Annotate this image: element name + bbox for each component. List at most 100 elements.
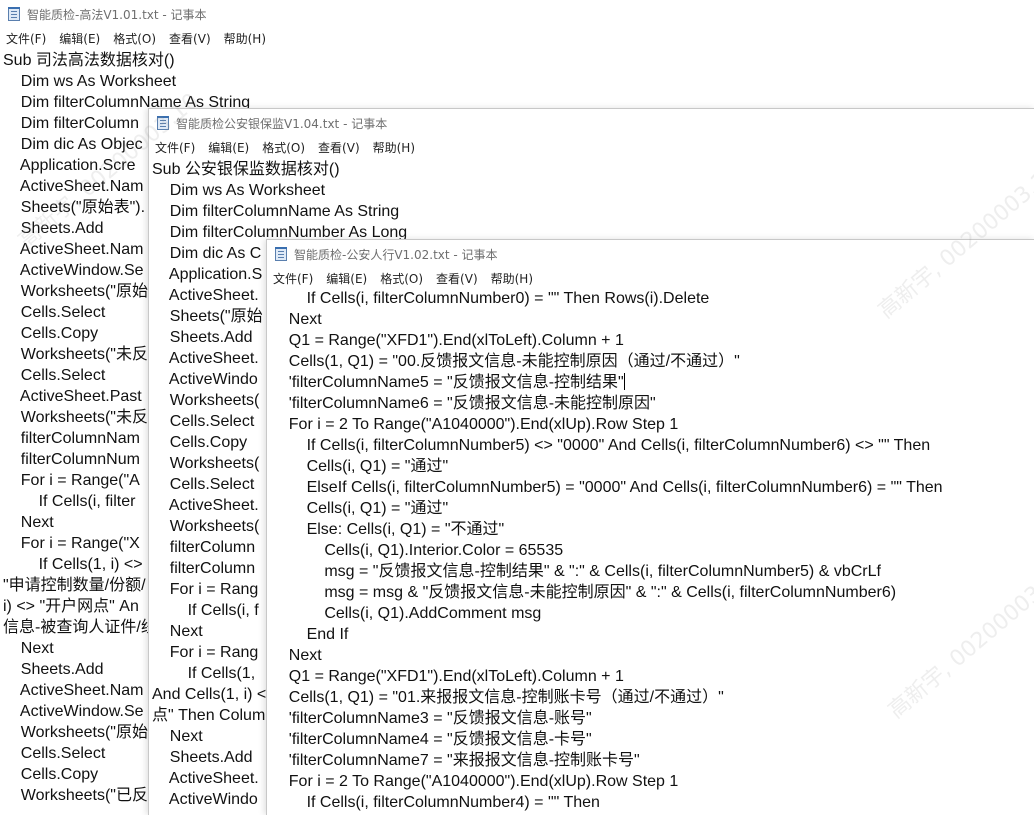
code-line: Q1 = Range("XFD1").End(xlToLeft).Column …: [271, 330, 1034, 351]
code-line-text: Dim dic As C: [152, 245, 262, 262]
code-line-text: 'filterColumnName6 = "反馈报文信息-未能控制原因": [271, 395, 656, 412]
code-line-text: For i = Range("X: [3, 535, 140, 552]
code-line-text: Cells.Select: [3, 745, 106, 762]
code-line-text: ActiveSheet.: [152, 770, 259, 787]
code-line: Cells(1, Q1) = "01.来报报文信息-控制账卡号（通过/不通过）": [271, 687, 1034, 708]
menu-format[interactable]: 格式(O): [111, 30, 162, 47]
code-line-text: For i = 2 To Range("A1040000").End(xlUp)…: [271, 773, 679, 790]
code-line: 'filterColumnName3 = "反馈报文信息-账号": [271, 708, 1034, 729]
code-line: If Cells(i, filterColumnNumber5) <> "000…: [271, 435, 1034, 456]
code-line-text: ActiveSheet.Nam: [3, 241, 144, 258]
code-line: For i = 2 To Range("A1040000").End(xlUp)…: [271, 771, 1034, 792]
code-line-text: filterColumnNam: [3, 430, 140, 447]
code-line-text: Next: [152, 623, 203, 640]
code-line-text: Else: Cells(i, Q1) = "不通过": [271, 521, 505, 538]
menu-file[interactable]: 文件(F): [271, 270, 319, 287]
code-line-text: Cells(i, Q1).Interior.Color = 65535: [271, 542, 564, 559]
menu-format[interactable]: 格式(O): [378, 270, 429, 287]
code-line: msg = msg & "反馈报文信息-未能控制原因" & ":" & Cell…: [271, 582, 1034, 603]
code-line-text: Cells.Copy: [3, 766, 99, 783]
code-line-text: Worksheets("未反: [3, 346, 148, 363]
code-line-text: Sheets.Add: [3, 220, 104, 237]
notepad-icon: [157, 116, 169, 130]
code-line-text: ActiveSheet.: [152, 497, 259, 514]
menu-edit[interactable]: 编辑(E): [324, 270, 373, 287]
code-line-text: 信息-被查询人证件/线: [3, 619, 157, 636]
code-line-text: 点" Then Colum: [152, 707, 266, 724]
menu-file[interactable]: 文件(F): [4, 30, 52, 47]
window-title: 智能质检-高法V1.01.txt - 记事本: [27, 7, 207, 22]
code-line-text: ActiveSheet.Past: [3, 388, 142, 405]
code-line: Cells(i, Q1) = "通过": [271, 456, 1034, 477]
code-line: Dim filterColumnName As String: [152, 201, 1034, 222]
menu-edit[interactable]: 编辑(E): [206, 139, 255, 156]
code-line-text: ActiveWindow.Se: [3, 703, 144, 720]
text-caret: [623, 373, 625, 390]
code-line: Cells(i, Q1).AddComment msg: [271, 603, 1034, 624]
menu-help[interactable]: 帮助(H): [222, 30, 272, 47]
code-line-text: For i = 2 To Range("A1040000").End(xlUp)…: [271, 416, 679, 433]
menu-bar: 文件(F) 编辑(E) 格式(O) 查看(V) 帮助(H): [0, 28, 1034, 48]
menu-help[interactable]: 帮助(H): [371, 139, 421, 156]
code-line-text: Sub 司法高法数据核对(): [3, 52, 175, 69]
code-line-text: Cells.Select: [3, 367, 106, 384]
code-line-text: And Cells(1, i) <: [152, 686, 267, 703]
code-line-text: 'filterColumnName5 = "反馈报文信息-控制结果": [271, 374, 624, 391]
code-line: ElseIf Cells(i, filterColumnNumber5) = "…: [271, 477, 1034, 498]
code-line-text: Worksheets("未反: [3, 409, 148, 426]
code-line-text: Sheets.Add: [3, 661, 104, 678]
menu-format[interactable]: 格式(O): [260, 139, 311, 156]
code-line-text: Worksheets("原始: [3, 724, 148, 741]
menu-bar: 文件(F) 编辑(E) 格式(O) 查看(V) 帮助(H): [149, 137, 1034, 157]
menu-view[interactable]: 查看(V): [167, 30, 217, 47]
title-bar[interactable]: 智能质检-公安人行V1.02.txt - 记事本: [267, 240, 1034, 268]
code-line: Q1 = Range("XFD1").End(xlToLeft).Column …: [271, 666, 1034, 687]
code-line-text: Sheets("原始表").: [3, 199, 146, 216]
code-line-text: If Cells(1, i) <>: [3, 556, 143, 573]
code-line-text: Sheets.Add: [152, 749, 253, 766]
code-line-text: Next: [271, 647, 322, 664]
code-line-text: Next: [271, 311, 322, 328]
code-line-text: msg = "反馈报文信息-控制结果" & ":" & Cells(i, fil…: [271, 563, 881, 580]
code-line: Sub 司法高法数据核对(): [3, 50, 1034, 71]
code-line-text: Cells.Copy: [3, 325, 99, 342]
code-line-text: Dim dic As Objec: [3, 136, 143, 153]
code-line-text: If Cells(i, f: [152, 602, 259, 619]
menu-view[interactable]: 查看(V): [316, 139, 366, 156]
code-line-text: If Cells(1,: [152, 665, 256, 682]
code-line-text: Cells(i, Q1) = "通过": [271, 458, 449, 475]
code-line-text: Sub 公安银保监数据核对(): [152, 161, 340, 178]
code-line-text: Cells.Select: [3, 304, 106, 321]
code-line-text: i) <> "开户网点" An: [3, 598, 139, 615]
code-line-text: Worksheets("已反: [3, 787, 148, 804]
code-line: Cells(i, Q1) = "通过": [271, 498, 1034, 519]
notepad-icon: [275, 247, 287, 261]
code-line-text: For i = Range("A: [3, 472, 140, 489]
menu-help[interactable]: 帮助(H): [489, 270, 539, 287]
code-line-text: Cells(1, Q1) = "00.反馈报文信息-未能控制原因（通过/不通过）…: [271, 353, 740, 370]
title-bar[interactable]: 智能质检-高法V1.01.txt - 记事本: [0, 0, 1034, 28]
window-title: 智能质检-公安人行V1.02.txt - 记事本: [294, 247, 498, 262]
code-line-text: msg = msg & "反馈报文信息-未能控制原因" & ":" & Cell…: [271, 584, 897, 601]
code-line: Next: [271, 645, 1034, 666]
code-line-text: Sheets("原始: [152, 308, 263, 325]
code-line-text: Dim ws As Worksheet: [152, 182, 326, 199]
title-bar[interactable]: 智能质检公安银保监V1.04.txt - 记事本: [149, 109, 1034, 137]
code-line-text: Dim filterColumnName As String: [152, 203, 400, 220]
code-line: 'filterColumnName6 = "反馈报文信息-未能控制原因": [271, 393, 1034, 414]
code-line-text: Worksheets(: [152, 455, 260, 472]
code-line-text: Worksheets(: [152, 392, 260, 409]
code-line-text: "申请控制数量/份额/: [3, 577, 146, 594]
notepad-icon: [8, 7, 20, 21]
menu-bar: 文件(F) 编辑(E) 格式(O) 查看(V) 帮助(H): [267, 268, 1034, 288]
code-line-text: 'filterColumnName4 = "反馈报文信息-卡号": [271, 731, 592, 748]
code-line-text: Next: [3, 640, 54, 657]
code-line: 'filterColumnName5 = "反馈报文信息-控制结果": [271, 372, 1034, 393]
menu-view[interactable]: 查看(V): [434, 270, 484, 287]
text-editor[interactable]: If Cells(i, filterColumnNumber0) = "" Th…: [267, 288, 1034, 813]
code-line-text: filterColumn: [152, 539, 256, 556]
code-line-text: If Cells(i, filterColumnNumber5) <> "000…: [271, 437, 931, 454]
menu-file[interactable]: 文件(F): [153, 139, 201, 156]
menu-edit[interactable]: 编辑(E): [57, 30, 106, 47]
notepad-window-gongan-renhang[interactable]: 智能质检-公安人行V1.02.txt - 记事本 文件(F) 编辑(E) 格式(…: [266, 239, 1034, 815]
